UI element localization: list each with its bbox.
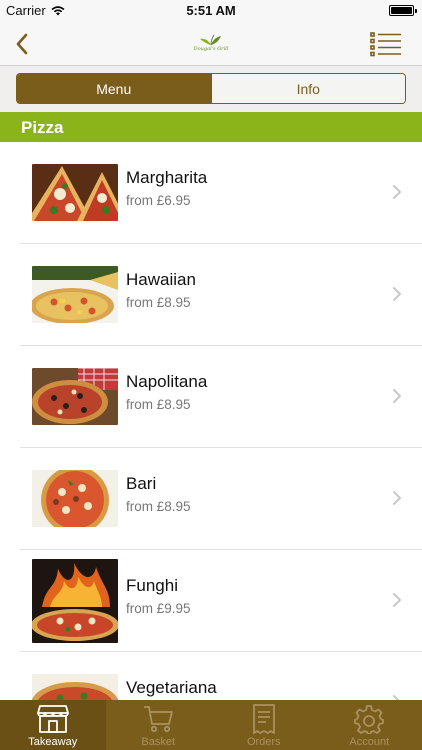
section-header: Pizza — [0, 112, 422, 142]
item-name: Hawaiian — [126, 270, 196, 289]
status-bar: Carrier 5:51 AM — [0, 0, 422, 22]
item-thumbnail — [32, 164, 118, 221]
tab-label: Account — [349, 736, 390, 748]
item-thumbnail — [32, 674, 118, 700]
menu-item-row[interactable]: Margharita from £6.95 — [0, 142, 422, 244]
menu-item-row[interactable]: Funghi from £9.95 — [0, 550, 422, 652]
store-icon — [36, 705, 69, 733]
item-name: Funghi — [126, 576, 178, 595]
cart-icon — [144, 706, 174, 733]
item-price: from £9.95 — [126, 601, 191, 616]
restaurant-logo: Dougal's Grill — [193, 34, 229, 52]
item-thumbnail — [32, 559, 118, 643]
tab-label: Basket — [141, 736, 176, 748]
tab-basket[interactable]: Basket — [106, 700, 212, 750]
tab-account[interactable]: Account — [317, 700, 422, 750]
item-thumbnail — [32, 368, 118, 425]
back-button[interactable] — [8, 30, 36, 58]
tab-orders[interactable]: Orders — [211, 700, 317, 750]
item-price: from £8.95 — [126, 295, 191, 310]
menu-info-segmented-control: Menu Info — [16, 73, 406, 104]
item-price: from £8.95 — [126, 499, 191, 514]
segment-menu[interactable]: Menu — [17, 74, 211, 103]
item-price: from £8.95 — [126, 397, 191, 412]
menu-item-list[interactable]: Margharita from £6.95 Hawaiian from £8.9… — [0, 142, 422, 700]
leaf-logo-icon — [200, 34, 221, 46]
menu-list-button[interactable] — [370, 30, 402, 58]
chevron-right-icon — [393, 389, 401, 403]
chevron-right-icon — [393, 287, 401, 301]
gear-icon — [354, 705, 385, 734]
list-menu-icon — [370, 32, 401, 57]
tab-label: Orders — [246, 736, 281, 748]
chevron-right-icon — [393, 593, 401, 607]
menu-item-row[interactable]: Vegetariana — [0, 652, 422, 700]
tab-bar: Takeaway Basket Orders Account — [0, 700, 422, 750]
menu-item-row[interactable]: Napolitana from £8.95 — [0, 346, 422, 448]
segment-info[interactable]: Info — [210, 74, 405, 103]
tab-takeaway[interactable]: Takeaway — [0, 700, 106, 750]
segment-area: Menu Info — [0, 66, 422, 112]
status-time: 5:51 AM — [186, 3, 236, 18]
logo-text: Dougal's Grill — [193, 46, 229, 52]
item-name: Bari — [126, 474, 157, 493]
nav-bar: Dougal's Grill — [0, 22, 422, 66]
item-price: from £6.95 — [126, 193, 191, 208]
item-name: Margharita — [126, 168, 208, 187]
chevron-left-icon — [16, 33, 28, 55]
menu-item-row[interactable]: Hawaiian from £8.95 — [0, 244, 422, 346]
chevron-right-icon — [393, 185, 401, 199]
receipt-icon — [252, 704, 275, 734]
item-thumbnail — [32, 470, 118, 527]
item-name: Napolitana — [126, 372, 208, 391]
item-thumbnail — [32, 266, 118, 323]
menu-item-row[interactable]: Bari from £8.95 — [0, 448, 422, 550]
item-name: Vegetariana — [126, 678, 217, 697]
battery-icon — [389, 5, 417, 16]
chevron-right-icon — [393, 491, 401, 505]
tab-label: Takeaway — [28, 736, 78, 748]
